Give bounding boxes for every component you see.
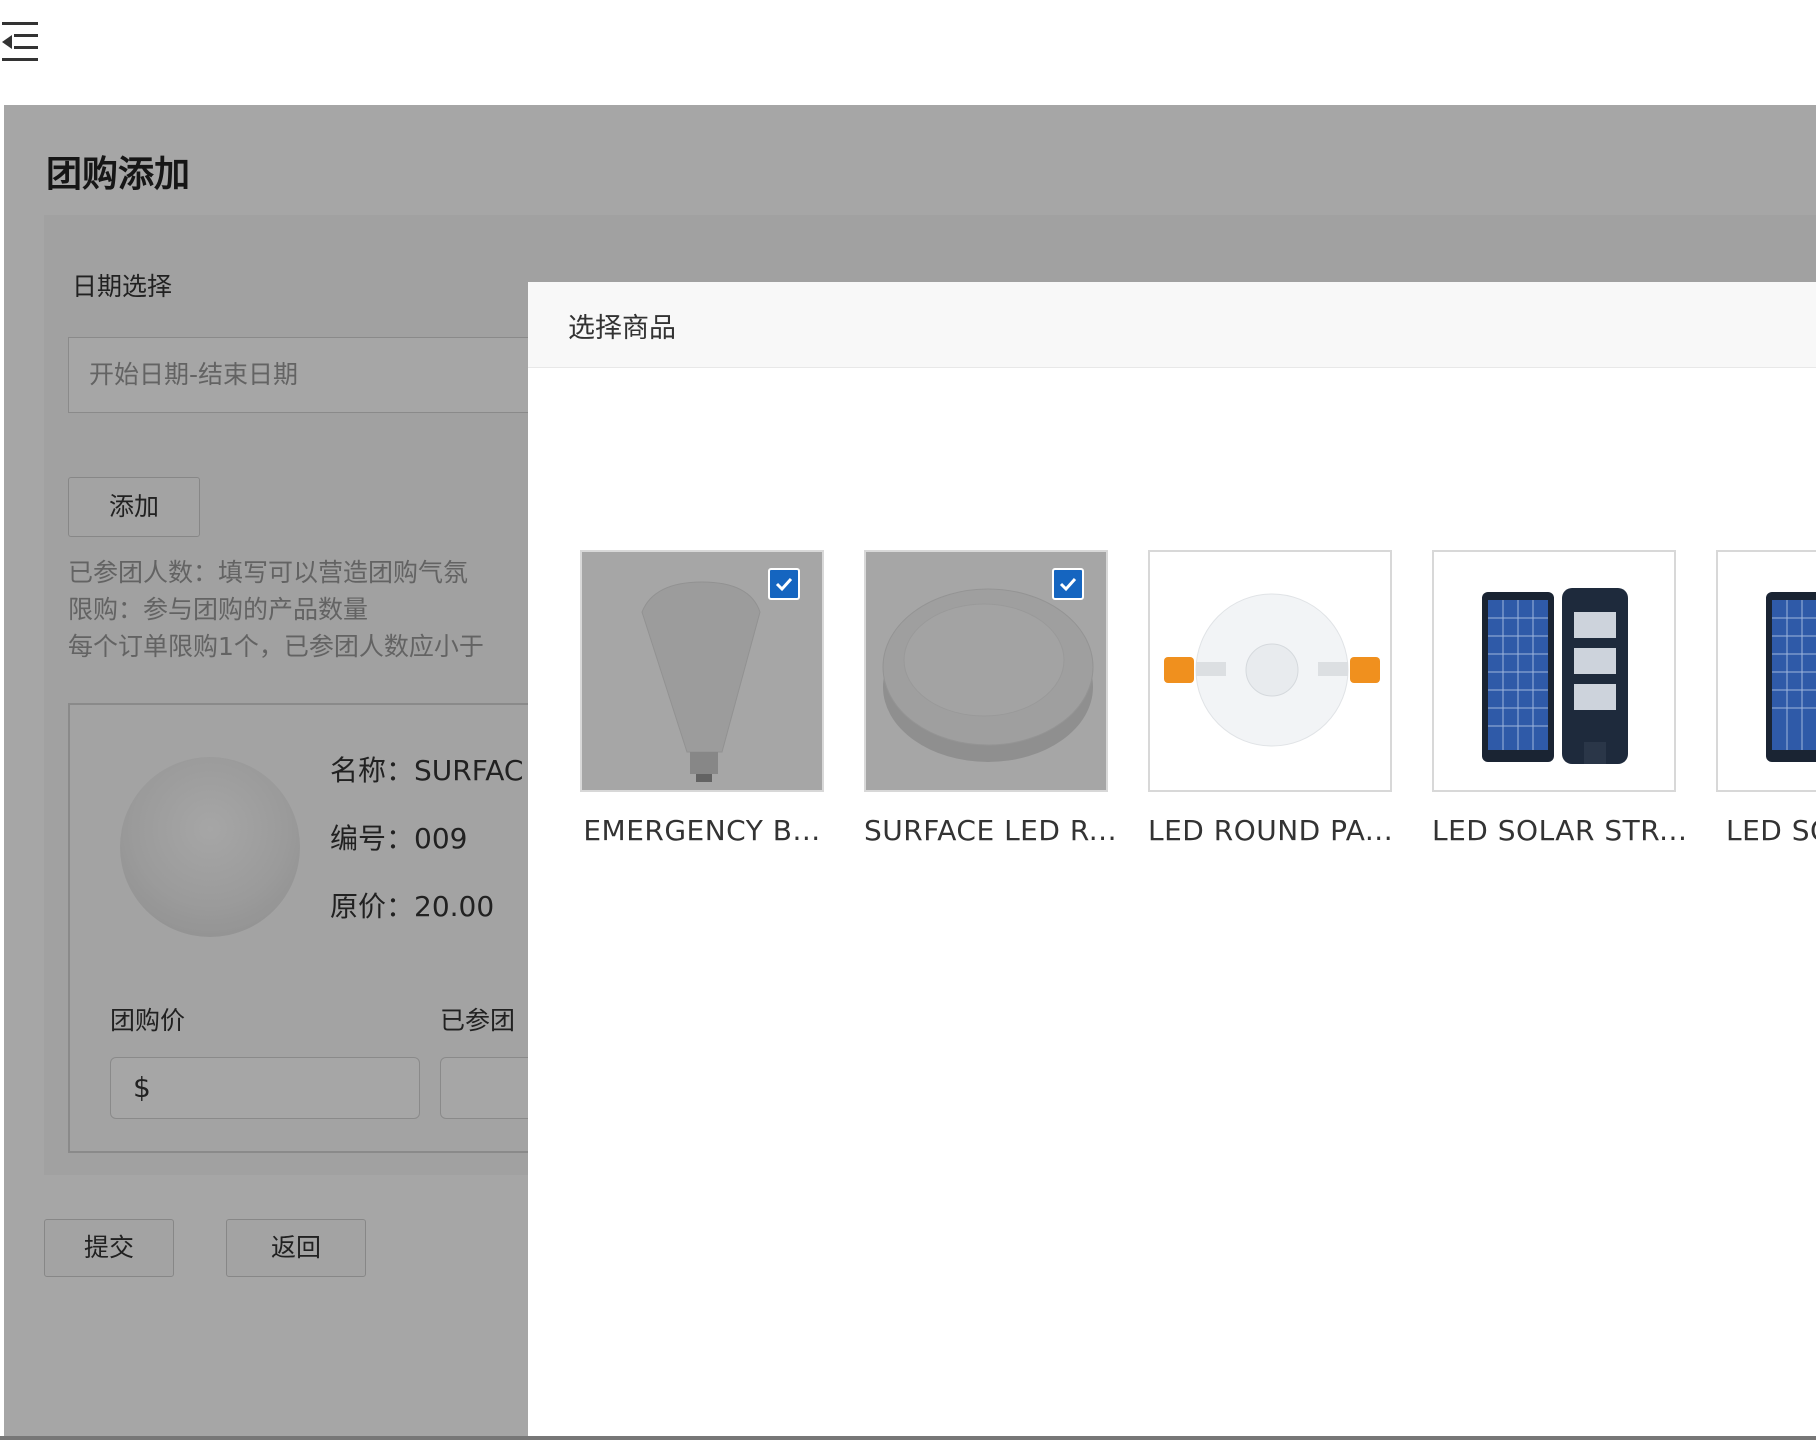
select-product-modal: 选择商品 EMERGENCY B... SURFACE LED R... LED… bbox=[528, 282, 1816, 1440]
product-image bbox=[864, 550, 1108, 792]
product-name: LED ROUND PA... bbox=[1148, 814, 1394, 847]
product-name: EMERGENCY B... bbox=[583, 814, 821, 847]
checkbox-checked-icon[interactable] bbox=[1052, 568, 1084, 600]
checkbox-checked-icon[interactable] bbox=[768, 568, 800, 600]
product-name: SURFACE LED R... bbox=[864, 814, 1117, 847]
product-item[interactable]: LED SO bbox=[1716, 550, 1816, 847]
product-image bbox=[1148, 550, 1392, 792]
product-item[interactable]: SURFACE LED R... bbox=[864, 550, 1117, 847]
top-bar bbox=[0, 0, 1816, 105]
bottom-edge bbox=[0, 1436, 1816, 1440]
product-image bbox=[1432, 550, 1676, 792]
menu-collapse-icon[interactable] bbox=[2, 22, 44, 62]
modal-header: 选择商品 bbox=[528, 282, 1816, 368]
product-item[interactable]: LED ROUND PA... bbox=[1148, 550, 1394, 847]
product-name: LED SO bbox=[1726, 814, 1816, 847]
product-item[interactable]: EMERGENCY B... bbox=[580, 550, 824, 847]
product-image bbox=[1716, 550, 1816, 792]
product-name: LED SOLAR STR... bbox=[1432, 814, 1688, 847]
product-item[interactable]: LED SOLAR STR... bbox=[1432, 550, 1688, 847]
modal-title: 选择商品 bbox=[568, 313, 676, 344]
round-panel-image-icon bbox=[1164, 593, 1380, 747]
solar-street-light-image-icon bbox=[1482, 588, 1628, 764]
solar-street-light-image-icon bbox=[1766, 592, 1816, 762]
product-image bbox=[580, 550, 824, 792]
